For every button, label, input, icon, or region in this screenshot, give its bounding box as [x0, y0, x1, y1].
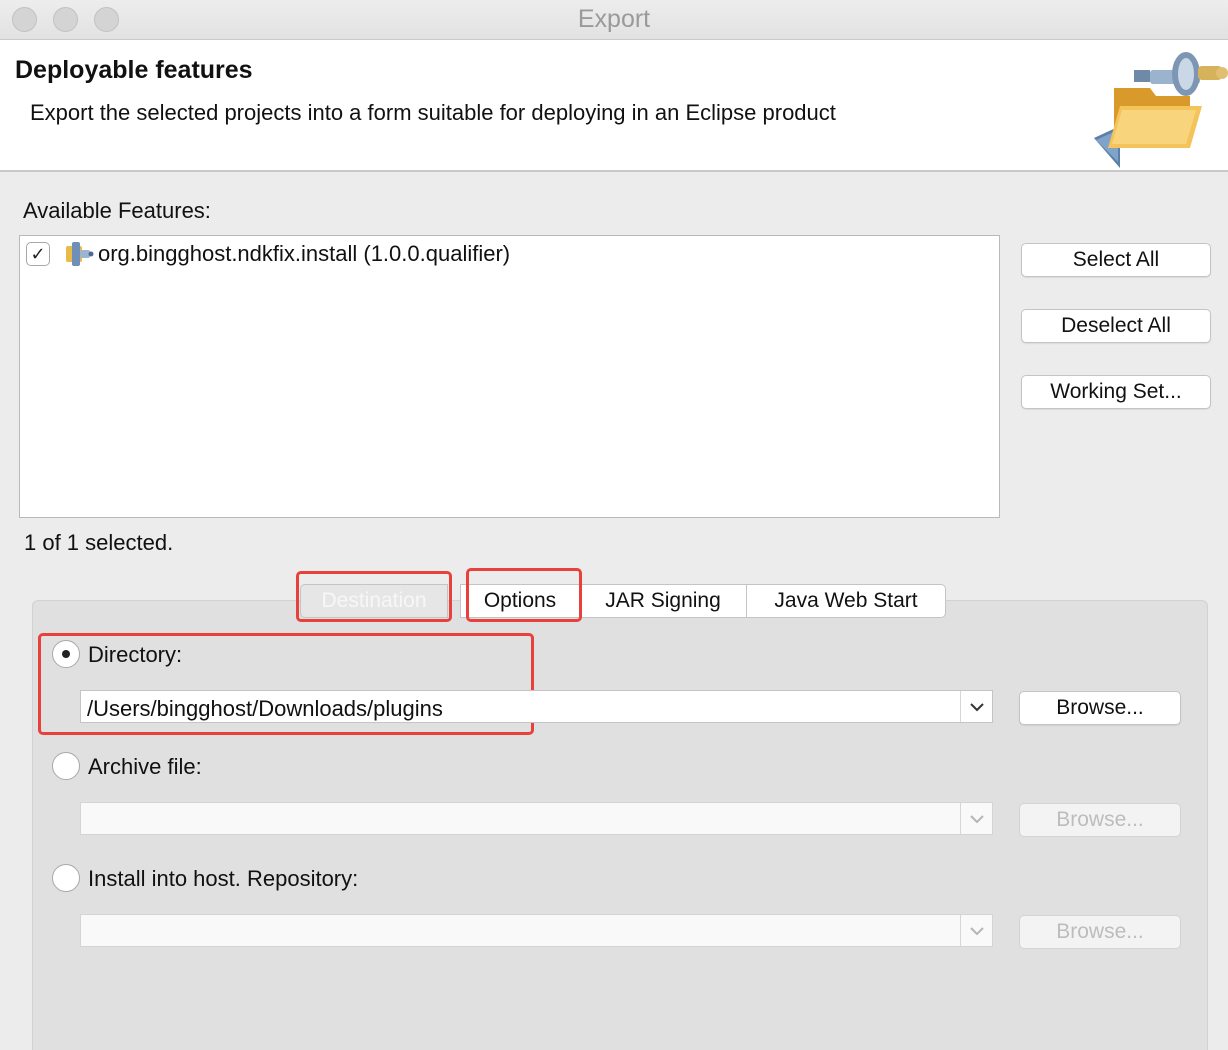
working-set-button[interactable]: Working Set... — [1021, 375, 1211, 409]
tab-jar-signing[interactable]: JAR Signing — [579, 584, 747, 618]
repository-browse-button[interactable]: Browse... — [1019, 915, 1181, 949]
archive-browse-button[interactable]: Browse... — [1019, 803, 1181, 837]
page-title: Deployable features — [15, 56, 253, 84]
wizard-header: Deployable features Export the selected … — [0, 40, 1228, 172]
available-features-label: Available Features: — [23, 198, 211, 223]
feature-list[interactable]: ✓ org.bingghost.ndkfix.install (1.0.0.qu… — [19, 235, 1000, 518]
deselect-all-button[interactable]: Deselect All — [1021, 309, 1211, 343]
feature-plug-icon — [66, 242, 94, 266]
annotation-highlight-destination — [296, 571, 452, 622]
archive-file-label: Archive file: — [88, 754, 202, 779]
directory-browse-button[interactable]: Browse... — [1019, 691, 1181, 725]
directory-radio[interactable] — [52, 640, 80, 668]
chevron-down-icon[interactable] — [960, 915, 992, 946]
directory-combo[interactable]: /Users/bingghost/Downloads/plugins — [80, 690, 993, 723]
chevron-down-icon[interactable] — [960, 803, 992, 834]
archive-file-radio[interactable] — [52, 752, 80, 780]
title-bar: Export — [0, 0, 1228, 40]
feature-label: org.bingghost.ndkfix.install (1.0.0.qual… — [98, 241, 511, 266]
select-all-button[interactable]: Select All — [1021, 243, 1211, 277]
page-description: Export the selected projects into a form… — [30, 100, 836, 125]
install-into-host-label: Install into host. Repository: — [88, 866, 359, 891]
checkmark-icon: ✓ — [30, 243, 46, 264]
list-item[interactable]: ✓ org.bingghost.ndkfix.install (1.0.0.qu… — [26, 240, 510, 268]
repository-combo[interactable] — [80, 914, 993, 947]
folder-export-icon — [1094, 52, 1228, 168]
chevron-down-icon[interactable] — [960, 691, 992, 722]
directory-path-value: /Users/bingghost/Downloads/plugins — [87, 696, 443, 721]
radio-selected-dot — [62, 650, 70, 658]
tab-java-web-start[interactable]: Java Web Start — [746, 584, 946, 618]
selection-status: 1 of 1 selected. — [24, 530, 174, 555]
feature-checkbox[interactable]: ✓ — [26, 242, 50, 266]
install-into-host-radio[interactable] — [52, 864, 80, 892]
annotation-highlight-options — [466, 568, 582, 622]
directory-label: Directory: — [88, 642, 183, 667]
archive-file-combo[interactable] — [80, 802, 993, 835]
window-title: Export — [577, 5, 651, 33]
